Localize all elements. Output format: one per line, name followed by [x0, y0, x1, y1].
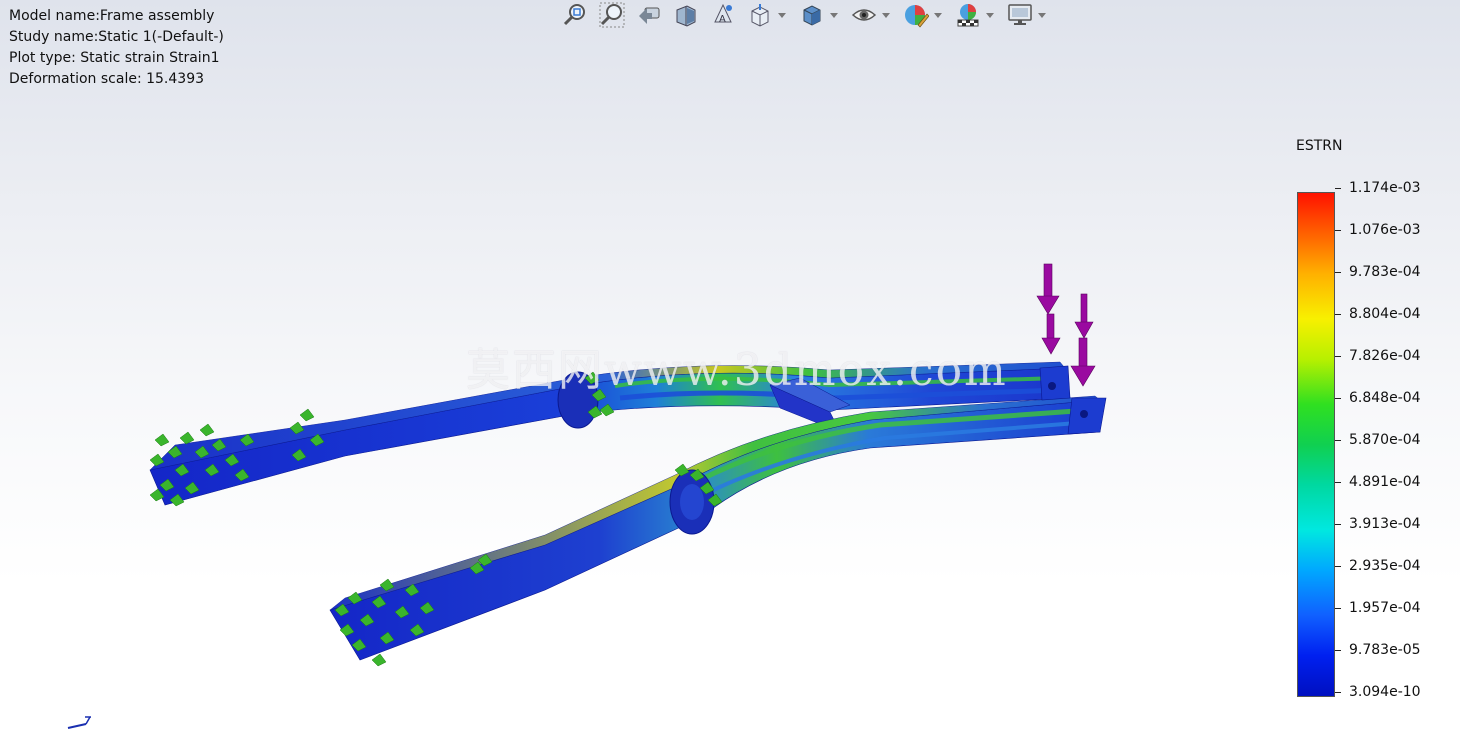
legend-label: 7.826e-04 — [1349, 348, 1421, 364]
legend-label-row: 2.935e-04 — [1335, 558, 1421, 574]
legend-label-row: 3.913e-04 — [1335, 516, 1421, 532]
legend-label-row: 9.783e-04 — [1335, 264, 1421, 280]
legend-label: 3.913e-04 — [1349, 516, 1421, 532]
legend-label-row: 1.174e-03 — [1335, 180, 1421, 196]
legend-label: 5.870e-04 — [1349, 432, 1421, 448]
legend-label: 9.783e-04 — [1349, 264, 1421, 280]
legend-label-row: 1.076e-03 — [1335, 222, 1421, 238]
legend-label-row: 4.891e-04 — [1335, 474, 1421, 490]
coordinate-triad-icon — [67, 716, 91, 729]
legend-label: 1.076e-03 — [1349, 222, 1421, 238]
legend-label-row: 8.804e-04 — [1335, 306, 1421, 322]
graphics-viewport[interactable]: Model name:Frame assembly Study name:Sta… — [0, 0, 1460, 729]
watermark-text: 莫西网www.3dmox.com — [466, 345, 1008, 396]
strain-color-bar — [1297, 192, 1335, 697]
legend-label-row: 7.826e-04 — [1335, 348, 1421, 364]
legend-title: ESTRN — [1296, 138, 1343, 154]
legend-label-row: 5.870e-04 — [1335, 432, 1421, 448]
legend-label: 8.804e-04 — [1349, 306, 1421, 322]
legend-label-row: 1.957e-04 — [1335, 600, 1421, 616]
legend-label: 1.957e-04 — [1349, 600, 1421, 616]
legend-label: 2.935e-04 — [1349, 558, 1421, 574]
legend-label-row: 9.783e-05 — [1335, 642, 1421, 658]
legend-label: 6.848e-04 — [1349, 390, 1421, 406]
legend-label-row: 3.094e-10 — [1335, 684, 1421, 700]
legend-label-row: 6.848e-04 — [1335, 390, 1421, 406]
legend-label: 3.094e-10 — [1349, 684, 1421, 700]
legend-label: 1.174e-03 — [1349, 180, 1421, 196]
legend-labels: 1.174e-03 1.076e-03 9.783e-04 8.804e-04 … — [1335, 180, 1435, 700]
legend-label: 9.783e-05 — [1349, 642, 1421, 658]
legend-label: 4.891e-04 — [1349, 474, 1421, 490]
